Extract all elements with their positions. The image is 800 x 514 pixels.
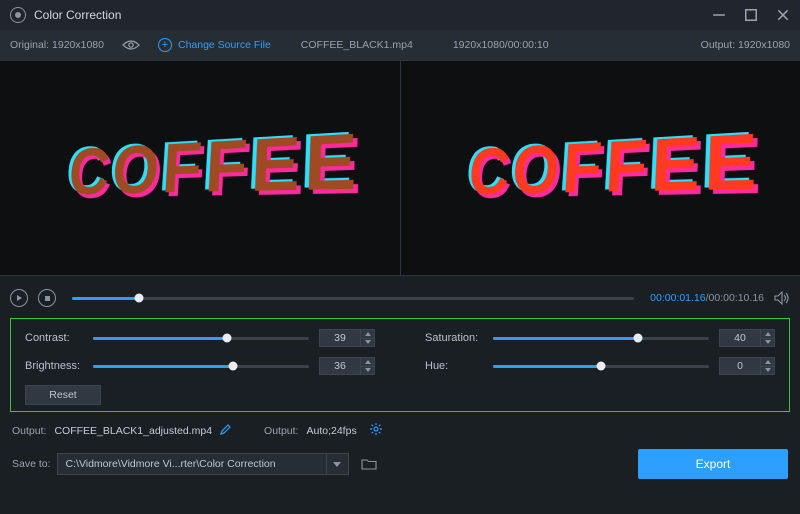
slider-thumb[interactable] [229, 362, 238, 371]
preview-area: COFFEE COFFEE COFFEE COFFEE COFFEE COFFE… [0, 60, 800, 276]
reset-button[interactable]: Reset [25, 385, 101, 405]
contrast-input[interactable] [319, 329, 375, 347]
change-source-button[interactable]: + Change Source File [158, 38, 271, 52]
seek-thumb[interactable] [135, 294, 144, 303]
saturation-step-up[interactable] [761, 329, 775, 338]
saturation-step-down[interactable] [761, 338, 775, 348]
original-dimensions: Original: 1920x1080 [10, 39, 104, 51]
slider-thumb[interactable] [633, 334, 642, 343]
edit-filename-icon[interactable] [220, 423, 232, 438]
hue-step-down[interactable] [761, 366, 775, 376]
hue-value-field[interactable] [719, 357, 761, 375]
output-dimensions: Output: 1920x1080 [701, 39, 790, 51]
minimize-button[interactable] [712, 8, 726, 22]
hue-slider[interactable] [493, 365, 709, 368]
export-button[interactable]: Export [638, 449, 788, 479]
brightness-control: Brightness: [25, 357, 375, 375]
save-row: Save to: C:\Vidmore\Vidmore Vi...rter\Co… [12, 449, 788, 479]
brightness-slider[interactable] [93, 365, 309, 368]
saturation-label: Saturation: [425, 332, 483, 344]
preview-eye-icon[interactable] [122, 39, 140, 51]
hue-input[interactable] [719, 357, 775, 375]
saturation-value-field[interactable] [719, 329, 761, 347]
save-path-dropdown[interactable] [327, 453, 349, 475]
brightness-label: Brightness: [25, 360, 83, 372]
maximize-button[interactable] [744, 8, 758, 22]
contrast-label: Contrast: [25, 332, 83, 344]
slider-fill [493, 337, 638, 340]
contrast-control: Contrast: [25, 329, 375, 347]
output-row: Output: COFFEE_BLACK1_adjusted.mp4 Outpu… [12, 422, 788, 439]
contrast-step-up[interactable] [361, 329, 375, 338]
brightness-step-up[interactable] [361, 357, 375, 366]
output-label-2: Output: [264, 425, 298, 437]
window-title: Color Correction [34, 8, 121, 22]
save-path-text: C:\Vidmore\Vidmore Vi...rter\Color Corre… [66, 458, 276, 470]
time-display: 00:00:01.16/00:00:10.16 [650, 292, 764, 304]
brightness-input[interactable] [319, 357, 375, 375]
contrast-slider[interactable] [93, 337, 309, 340]
saturation-control: Saturation: [425, 329, 775, 347]
slider-fill [93, 337, 227, 340]
plus-icon: + [158, 38, 172, 52]
slider-fill [93, 365, 233, 368]
open-folder-button[interactable] [355, 453, 383, 475]
slider-thumb[interactable] [222, 334, 231, 343]
volume-icon[interactable] [774, 291, 790, 305]
contrast-step-down[interactable] [361, 338, 375, 348]
stop-icon [45, 296, 50, 301]
play-button[interactable] [10, 289, 28, 307]
output-label-1: Output: [12, 425, 46, 437]
saturation-slider[interactable] [493, 337, 709, 340]
color-controls-panel: Contrast: Saturation: Brightness: [10, 318, 790, 412]
close-button[interactable] [776, 8, 790, 22]
output-settings-gear-icon[interactable] [369, 422, 383, 439]
brightness-value-field[interactable] [319, 357, 361, 375]
titlebar: Color Correction [0, 0, 800, 30]
change-source-label: Change Source File [178, 39, 271, 51]
contrast-value-field[interactable] [319, 329, 361, 347]
source-dimensions-time: 1920x1080/00:00:10 [453, 39, 549, 51]
time-current: 00:00:01.16 [650, 292, 705, 304]
stop-button[interactable] [38, 289, 56, 307]
hue-control: Hue: [425, 357, 775, 375]
playbar: 00:00:01.16/00:00:10.16 [0, 284, 800, 312]
brightness-step-down[interactable] [361, 366, 375, 376]
hue-label: Hue: [425, 360, 483, 372]
slider-thumb[interactable] [597, 362, 606, 371]
app-logo-icon [10, 7, 26, 23]
save-to-label: Save to: [12, 458, 51, 470]
saturation-input[interactable] [719, 329, 775, 347]
slider-fill [493, 365, 601, 368]
save-path-field[interactable]: C:\Vidmore\Vidmore Vi...rter\Color Corre… [57, 453, 327, 475]
output-filename: COFFEE_BLACK1_adjusted.mp4 [54, 425, 212, 437]
output-settings-text: Auto;24fps [306, 425, 356, 437]
seek-fill [72, 297, 139, 300]
preview-original: COFFEE COFFEE COFFEE [0, 61, 400, 275]
play-icon [17, 295, 22, 301]
seek-slider[interactable] [72, 297, 634, 300]
time-total: /00:00:10.16 [706, 292, 764, 304]
source-filename: COFFEE_BLACK1.mp4 [301, 39, 413, 51]
infobar: Original: 1920x1080 + Change Source File… [0, 30, 800, 60]
hue-step-up[interactable] [761, 357, 775, 366]
preview-adjusted: COFFEE COFFEE COFFEE [400, 61, 800, 275]
